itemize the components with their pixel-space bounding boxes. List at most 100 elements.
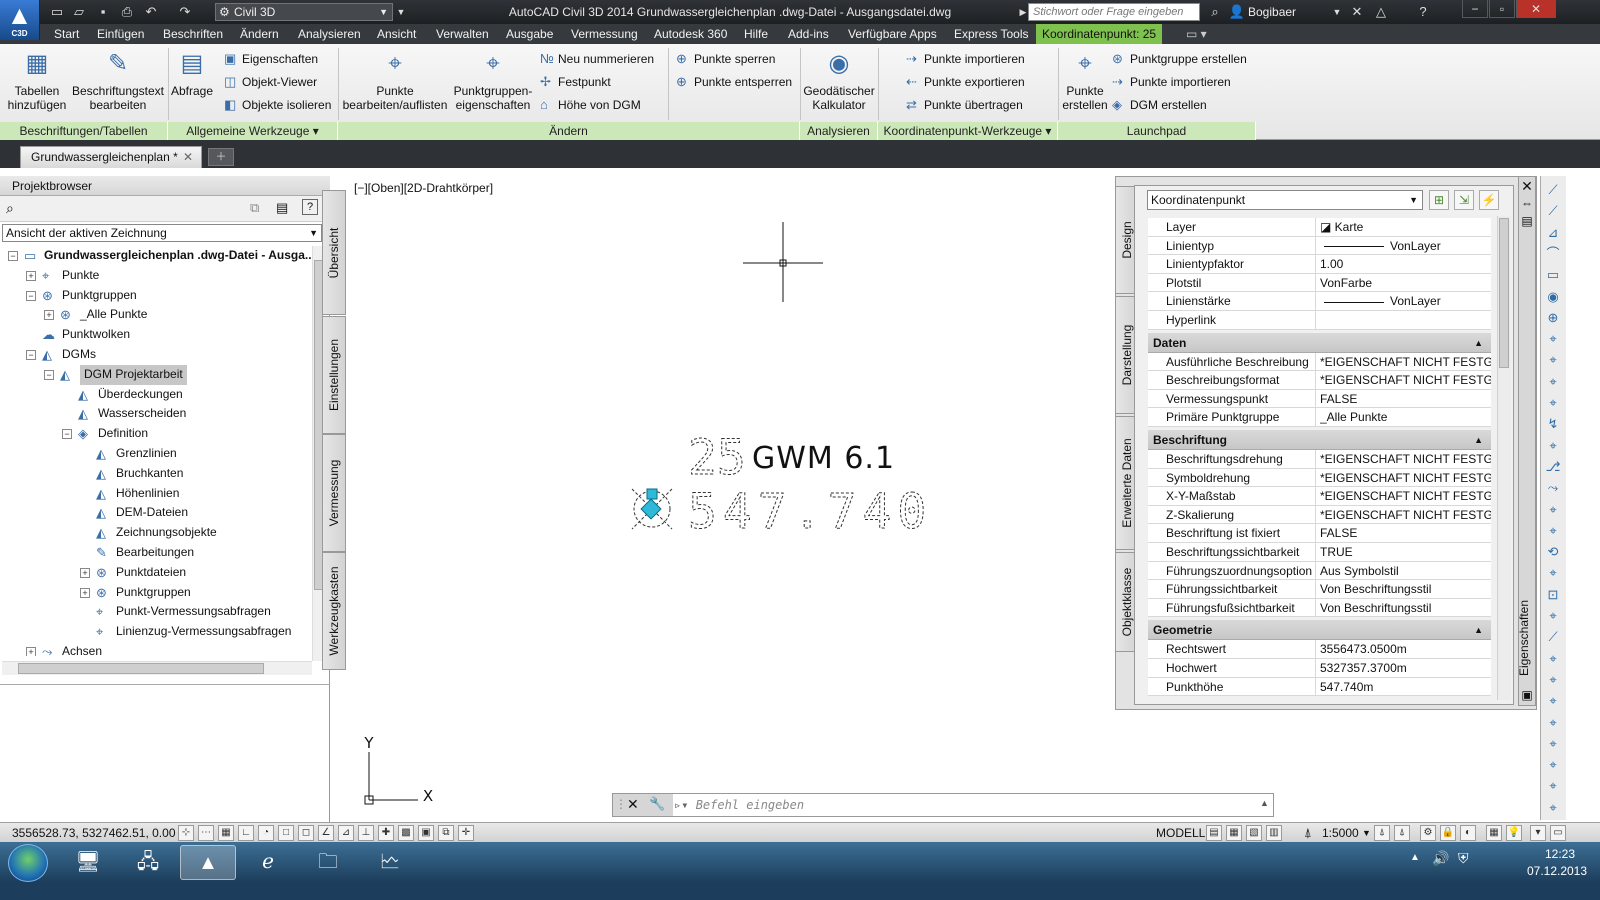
property-row[interactable]: Beschriftungsdrehung *EIGENSCHAFT NICHT F… [1148,450,1491,469]
tab-verwalten[interactable]: Verwalten [436,24,489,44]
point-marker[interactable] [631,488,673,530]
workspace-switch-icon[interactable]: ⚙ [1420,825,1436,841]
expand-icon[interactable]: + [80,587,90,598]
collapse-icon[interactable]: − [8,251,18,261]
ducs-icon[interactable]: ⊿ [338,825,354,841]
tree-item[interactable]: ◭ Wasserscheiden [2,404,312,424]
view-select[interactable]: Ansicht der aktiven Zeichnung ▼ [2,224,322,242]
object-type-select[interactable]: Koordinatenpunkt ▼ [1147,190,1423,210]
property-value[interactable]: Von Beschriftungsstil [1320,580,1491,598]
tree-item[interactable]: − ▭ Grundwassergleichenplan .dwg-Datei - A… [2,246,312,266]
tab-analysieren[interactable]: Analysieren [298,24,361,44]
hardware-accel-icon[interactable]: ◐ [1460,825,1476,841]
panel-koordinatenpunkt-werkzeuge[interactable]: Koordinatenpunkt-Werkzeuge ▾ [878,122,1058,140]
lock-ui-icon[interactable]: 🔒 [1440,825,1456,841]
command-line-grip[interactable]: ⋮ ✕ 🔧 [613,794,673,816]
property-section-header[interactable]: Daten ▲ [1148,332,1491,353]
binoculars-icon[interactable]: ⌕ [1206,3,1224,21]
user-name[interactable]: Bogibaer [1248,0,1296,24]
chevron-down-icon[interactable]: ▼ [1362,823,1371,843]
command-input[interactable]: ▹▾ Befehl eingeben [670,794,1260,816]
tree-item[interactable]: ☁ Punktwolken [2,325,312,345]
tree-item[interactable]: + ⌖ Punkte [2,266,312,286]
expand-icon[interactable]: + [26,270,36,281]
property-row[interactable]: Hyperlink [1148,311,1491,330]
property-row[interactable]: Linientypfaktor 1.00 [1148,255,1491,274]
property-value[interactable]: *EIGENSCHAFT NICHT FESTGE... [1320,469,1491,487]
palette-icon[interactable]: ▣ [1519,688,1535,702]
select-objects-icon[interactable]: ⇲ [1454,190,1474,210]
eigenschaften-button[interactable]: ▣ Eigenschaften [224,48,318,70]
abfrage-button[interactable]: ▤ Abfrage [170,48,214,98]
property-value[interactable]: VonFarbe [1320,274,1491,292]
app-logo[interactable]: ▲ C3D [0,0,40,40]
festpunkt-button[interactable]: ✢ Festpunkt [540,71,611,93]
draw-tool-icon[interactable]: ▭ [1543,265,1563,285]
annotation-scale-icon[interactable]: ⍋ [1304,823,1312,843]
property-value[interactable]: 5327357.3700m [1320,659,1491,677]
draw-tool-icon[interactable]: ⟋ [1543,201,1563,221]
property-value[interactable]: *EIGENSCHAFT NICHT FESTGE... [1320,506,1491,524]
punkte-uebertragen-button[interactable]: ⇄ Punkte übertragen [906,94,1023,116]
taskbar-explorer-icon[interactable]: 🗀 [300,845,356,880]
property-value[interactable]: ◪ Karte [1320,218,1491,236]
property-row[interactable]: Führungszuordnungsoption Aus Symbolstil [1148,561,1491,581]
quick-properties-icon[interactable]: ▣ [418,825,434,841]
annotation-scale-value[interactable]: 1:5000 [1322,823,1359,843]
draw-tool-icon[interactable]: ⌖ [1543,691,1563,711]
security-icon[interactable]: ⛨ [1458,850,1469,867]
tab-einstellungen[interactable]: Einstellungen [322,316,346,434]
clock-time[interactable]: 12:23 [1530,847,1590,861]
draw-tool-icon[interactable]: ⌖ [1543,329,1563,349]
new-file-icon[interactable]: ▭ [48,3,66,21]
collapse-icon[interactable]: ▲ [1474,430,1483,450]
help-icon[interactable]: ? [1414,3,1432,21]
tab-koordinatenpunkt[interactable]: Koordinatenpunkt: 25 [1036,24,1163,44]
tab-ansicht[interactable]: Ansicht [377,24,416,44]
property-row[interactable]: X-Y-Maßstab*EIGENSCHAFT NICHT FESTGE... [1148,487,1491,506]
tree-item[interactable]: ⌖ Punkt-Vermessungsabfragen [2,602,312,622]
collapse-icon[interactable]: ▲ [1474,333,1483,353]
collapse-icon[interactable]: − [44,369,54,380]
selection-cycling-icon[interactable]: ⧉ [438,825,454,841]
tree-item[interactable]: + ⤳ Achsen [2,642,312,656]
property-value[interactable]: *EIGENSCHAFT NICHT FESTGE... [1320,487,1491,505]
close-button[interactable]: ✕ [1516,0,1556,18]
tree-item[interactable]: − ◭ DGM Projektarbeit [2,364,312,385]
redo-icon[interactable]: ↷ [176,3,194,21]
beschriftungstext-bearbeiten-button[interactable]: ✎ Beschriftungstext bearbeiten [70,48,166,112]
neu-nummerieren-button[interactable]: № Neu nummerieren [540,48,654,70]
workspace-select[interactable]: ⚙ Civil 3D ▼ [215,3,393,21]
annotation-monitor-icon[interactable]: ✛ [458,825,474,841]
property-value[interactable]: VonLayer [1320,237,1491,255]
help-icon[interactable]: ? [302,199,318,215]
taskbar-autocad-icon[interactable]: ▲ [180,845,236,880]
dgm-erstellen-button[interactable]: ◈ DGM erstellen [1112,94,1207,116]
quick-view-icon[interactable]: ▥ [1266,825,1282,841]
model-icon[interactable]: ▤ [1206,825,1222,841]
property-value[interactable]: *EIGENSCHAFT NICHT FESTGE... [1320,353,1491,371]
property-row[interactable]: Punkthöhe 547.740m [1148,677,1491,697]
help-search-input[interactable]: Stichwort oder Frage eingeben [1028,3,1200,21]
punkte-exportieren-button[interactable]: ⇠ Punkte exportieren [906,71,1025,93]
property-section-header[interactable]: Geometrie ▲ [1148,620,1491,641]
taskbar-ie-icon[interactable]: ℯ [240,845,296,880]
list-view-icon[interactable]: ▤ [276,200,288,216]
draw-tool-icon[interactable]: ⌖ [1543,670,1563,690]
property-value[interactable]: *EIGENSCHAFT NICHT FESTGE... [1320,371,1491,389]
tree-item[interactable]: − ⊛ Punktgruppen [2,286,312,306]
layout1-icon[interactable]: ▦ [1226,825,1242,841]
item-view-icon[interactable]: ⧉ [250,200,259,216]
command-history-icon[interactable]: ▲ [1260,798,1269,808]
draw-tool-icon[interactable]: ◉ [1543,287,1563,307]
tab-beschriften[interactable]: Beschriften [163,24,223,44]
property-row[interactable]: Beschriftungssichtbarkeit TRUE [1148,543,1491,562]
close-icon[interactable]: ✕ [1519,178,1535,195]
start-button[interactable] [8,844,48,882]
property-value[interactable]: 3556473.0500m [1320,640,1491,658]
snap-mode-icon[interactable]: ⋯ [198,825,214,841]
browser-title[interactable]: Projektbrowser [0,176,330,196]
otrack-icon[interactable]: ∠ [318,825,334,841]
draw-tool-icon[interactable]: ⌖ [1543,713,1563,733]
punkte-importieren-button[interactable]: ⇢ Punkte importieren [906,48,1025,70]
